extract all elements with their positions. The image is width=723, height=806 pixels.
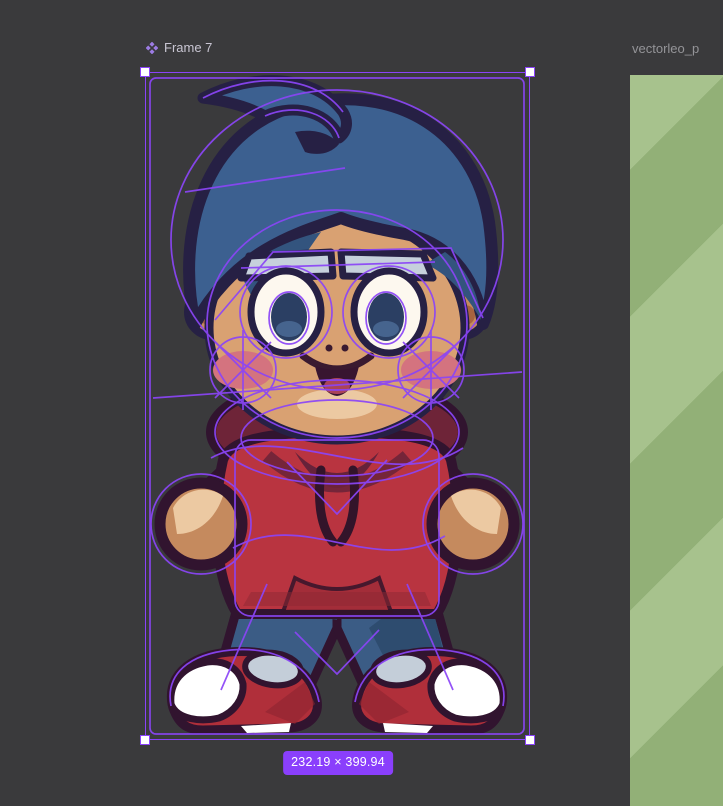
frame-vectorleo-artboard[interactable] <box>630 75 723 806</box>
sneaker <box>167 646 322 735</box>
frame-label-frame-7[interactable]: Frame 7 <box>146 41 212 55</box>
selection-handle-bottom-left[interactable] <box>140 735 150 745</box>
frame-label-vectorleo[interactable]: vectorleo_p <box>632 42 699 56</box>
fist <box>154 477 248 571</box>
selection-handle-bottom-right[interactable] <box>525 735 535 745</box>
sneaker <box>352 646 507 735</box>
figma-canvas[interactable]: { "header": { "selected_frame_label": "F… <box>0 0 723 806</box>
frame-label-text: Frame 7 <box>164 40 213 55</box>
dimensions-badge: 232.19 × 399.94 <box>283 751 393 775</box>
fist <box>426 477 520 571</box>
selection-handle-top-left[interactable] <box>140 67 150 77</box>
hoodie <box>211 427 463 619</box>
frame-7-artwork[interactable] <box>145 72 530 740</box>
component-diamonds-icon <box>146 42 158 54</box>
selection-handle-top-right[interactable] <box>525 67 535 77</box>
